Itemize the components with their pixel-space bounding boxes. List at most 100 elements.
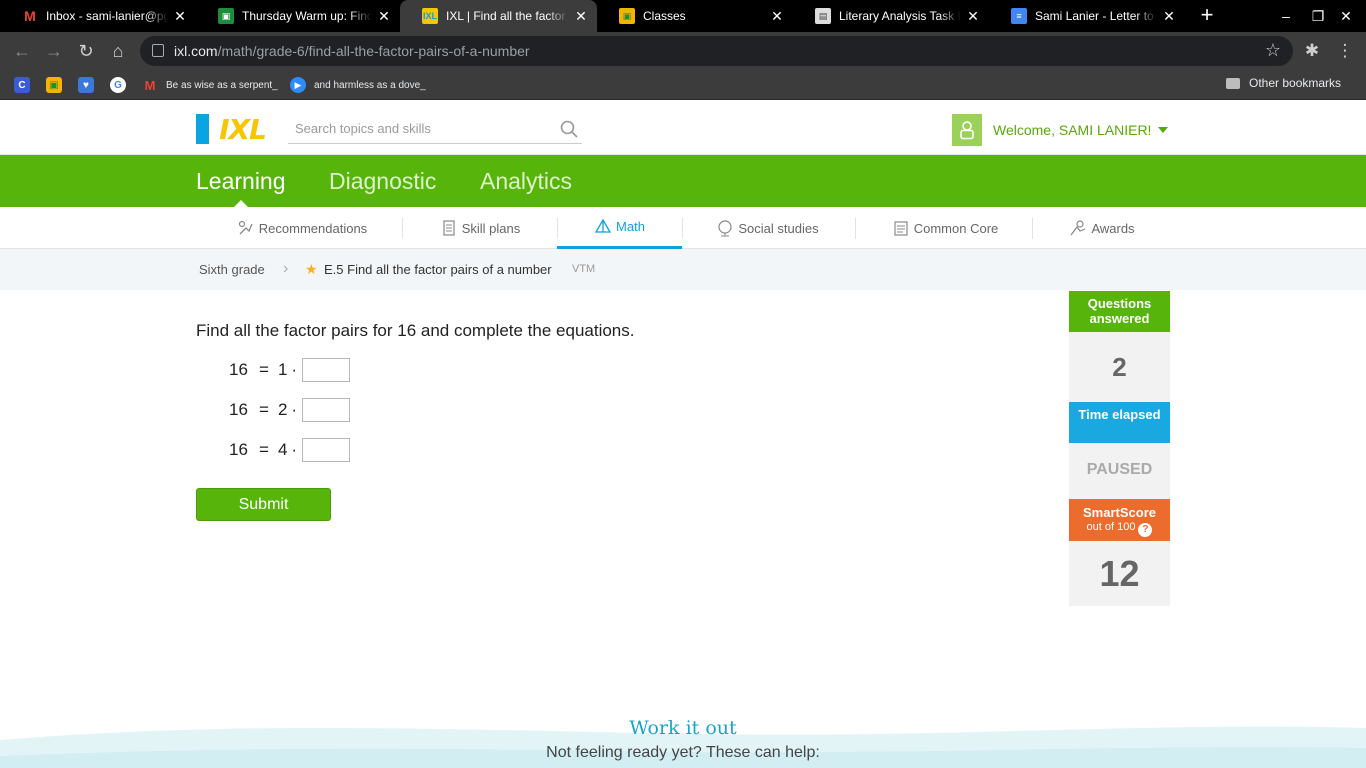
close-icon[interactable]: ✕ [172, 8, 188, 24]
tab-ixl[interactable]: IXL IXL | Find all the factor pairs ✕ [400, 0, 597, 32]
close-icon[interactable]: ✕ [376, 8, 392, 24]
equation-row: 16 = 2 · [229, 398, 351, 422]
work-it-out-title: Work it out [629, 717, 737, 739]
tab-title: Inbox - sami-lanier@pgcps.org [46, 9, 168, 23]
equation-row: 16 = 1 · [229, 358, 351, 382]
smartscore-label: SmartScore [1083, 505, 1156, 520]
bookmark-classroom[interactable]: ▣ [46, 76, 70, 94]
breadcrumb-grade[interactable]: Sixth grade [199, 262, 265, 277]
answer-input-1[interactable] [302, 358, 351, 382]
bookmark-star-icon[interactable]: ☆ [1265, 40, 1281, 61]
welcome-text: Welcome, SAMI LANIER! [993, 122, 1152, 138]
reload-button[interactable]: ↻ [75, 40, 97, 62]
avatar-icon [952, 114, 982, 146]
tab-letter-doc[interactable]: ≡ Sami Lanier - Letter to Co ✕ [989, 0, 1185, 32]
awards-icon [1070, 220, 1086, 236]
tab-social-studies[interactable]: Social studies [700, 207, 835, 249]
logo-text: IXL [219, 112, 267, 146]
close-icon[interactable]: ✕ [769, 8, 785, 24]
classroom-icon: ▣ [46, 77, 62, 93]
bookmark-serpent[interactable]: M Be as wise as a serpent_ [142, 76, 278, 94]
back-button[interactable]: ← [11, 40, 33, 62]
google-icon: G [110, 77, 126, 93]
classroom-icon: ▣ [218, 8, 234, 24]
math-pyramid-icon [594, 218, 612, 233]
nav-learning[interactable]: Learning [196, 168, 286, 195]
breadcrumb-skill: E.5 Find all the factor pairs of a numbe… [324, 262, 552, 277]
bookmark-google[interactable]: G [110, 76, 134, 94]
nav-diagnostic[interactable]: Diagnostic [329, 168, 436, 195]
answer-input-3[interactable] [302, 438, 351, 462]
tab-skill-plans[interactable]: Skill plans [420, 207, 540, 249]
work-it-out-subtitle: Not feeling ready yet? These can help: [546, 744, 820, 761]
common-core-icon [894, 221, 908, 236]
address-bar[interactable]: ixl.com/math/grade-6/find-all-the-factor… [140, 36, 1293, 66]
page-info-icon[interactable] [152, 44, 164, 57]
search-input[interactable]: Search topics and skills [288, 114, 582, 144]
chevron-right-icon: › [283, 260, 289, 277]
close-icon[interactable]: ✕ [573, 8, 589, 24]
questions-answered-value: 2 [1069, 332, 1170, 402]
tab-thursday-warmup[interactable]: ▣ Thursday Warm up: Find the factor pair… [196, 0, 400, 32]
tab-title: IXL | Find all the factor pairs [446, 9, 569, 23]
new-tab-button[interactable]: + [1196, 4, 1218, 27]
close-icon[interactable]: ✕ [965, 8, 981, 24]
tab-math[interactable]: Math [557, 207, 682, 249]
tab-title: Thursday Warm up: Find the factor pairs [242, 9, 372, 23]
folder-icon [1226, 77, 1240, 89]
browser-toolbar: ← → ↻ ⌂ ixl.com/math/grade-6/find-all-th… [0, 32, 1366, 70]
bookmark-label: and harmless as a dove_ [314, 79, 426, 91]
time-elapsed-value[interactable]: PAUSED [1069, 443, 1170, 499]
skill-plans-icon [443, 220, 455, 236]
menu-icon[interactable]: ⋮ [1334, 40, 1356, 62]
tab-recommendations[interactable]: Recommendations [222, 207, 382, 249]
forward-button[interactable]: → [43, 40, 65, 62]
restore-button[interactable]: ❐ [1308, 6, 1328, 26]
bookmark-dove[interactable]: ▶ and harmless as a dove_ [290, 76, 426, 94]
canvas-icon: C [14, 77, 30, 93]
answer-input-2[interactable] [302, 398, 351, 422]
skill-code: VTM [572, 263, 596, 275]
home-button[interactable]: ⌂ [107, 40, 129, 62]
tab-literary-analysis[interactable]: ▤ Literary Analysis Task Pi ✕ [793, 0, 989, 32]
bookmark-heart[interactable]: ♥ [78, 76, 102, 94]
zoom-icon: ▶ [290, 77, 306, 93]
classroom-icon: ▣ [619, 8, 635, 24]
main-nav: Learning Diagnostic Analytics [0, 155, 1366, 208]
other-bookmarks[interactable]: Other bookmarks [1226, 76, 1341, 90]
recommendations-icon [238, 220, 253, 235]
help-icon[interactable]: ? [1138, 522, 1153, 537]
smartscore-sublabel: out of 100 [1086, 521, 1136, 533]
submit-button[interactable]: Submit [196, 488, 331, 521]
breadcrumb: Sixth grade › ★ E.5 Find all the factor … [0, 249, 1366, 290]
other-bookmarks-label: Other bookmarks [1249, 76, 1342, 90]
extensions-icon[interactable]: ✱ [1301, 40, 1323, 62]
time-elapsed-label: Time elapsed [1069, 402, 1170, 443]
tab-common-core[interactable]: Common Core [875, 207, 1015, 249]
bookmark-label: Be as wise as a serpent_ [166, 79, 278, 91]
bookmark-canvas[interactable]: C [14, 76, 38, 94]
tab-gmail[interactable]: M Inbox - sami-lanier@pgcps.org ✕ [0, 0, 196, 32]
url-text: ixl.com/math/grade-6/find-all-the-factor… [174, 43, 530, 59]
account-menu[interactable]: Welcome, SAMI LANIER! [952, 114, 1169, 146]
close-icon[interactable]: ✕ [1161, 8, 1177, 24]
tab-title: Sami Lanier - Letter to Co [1035, 9, 1157, 23]
search-placeholder: Search topics and skills [295, 121, 431, 136]
gmail-icon: M [24, 8, 36, 24]
classroom-assignment-icon: ▤ [815, 8, 831, 24]
close-window-button[interactable]: ✕ [1336, 6, 1356, 26]
smartscore-header: SmartScore out of 100? [1069, 499, 1170, 541]
tab-title: Classes [643, 9, 686, 23]
tab-awards[interactable]: Awards [1052, 207, 1152, 249]
tab-classes[interactable]: ▣ Classes ✕ [597, 0, 793, 32]
minimize-button[interactable]: – [1276, 6, 1296, 26]
ixl-icon: IXL [422, 8, 438, 24]
questions-answered-label: Questions answered [1069, 291, 1170, 332]
star-icon[interactable]: ★ [305, 261, 318, 278]
heart-icon: ♥ [78, 77, 94, 93]
ixl-logo[interactable]: IXL [196, 112, 274, 146]
tab-title: Literary Analysis Task Pi [839, 9, 961, 23]
smartscore-value: 12 [1069, 541, 1170, 606]
nav-analytics[interactable]: Analytics [480, 168, 572, 195]
search-icon[interactable] [560, 120, 578, 138]
